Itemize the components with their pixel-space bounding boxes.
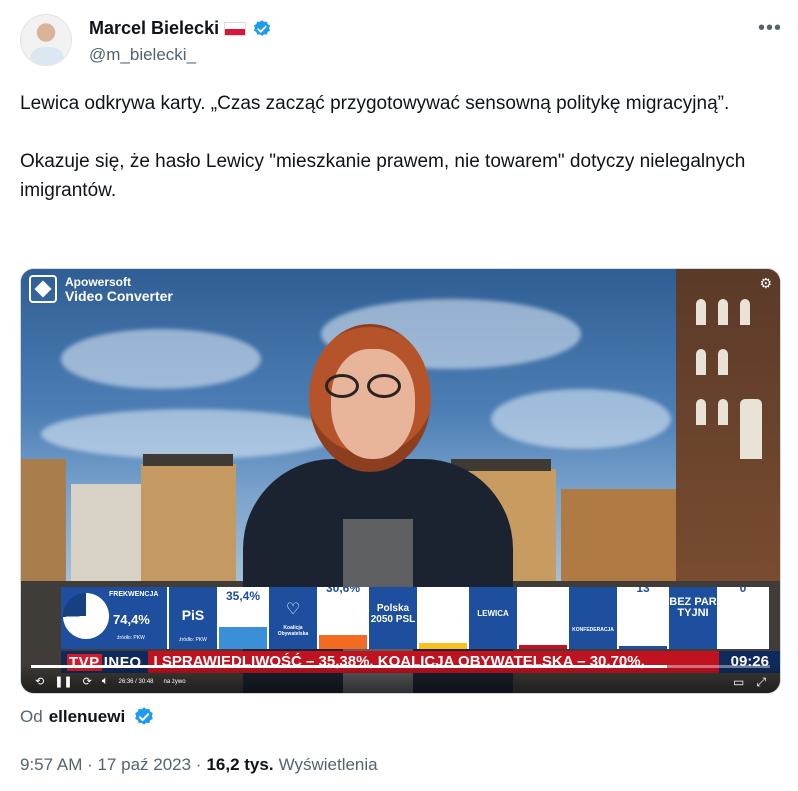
turnout-panel: FREKWENCJA 74,4% źródło: PKW [61,587,169,649]
forward-icon[interactable]: ⟳ [83,675,92,688]
tweet-meta: 9:57 AM · 17 paź 2023 · 16,2 tys. Wyświe… [20,755,378,775]
heart-icon: ♡ [285,601,301,618]
bar-bezpartyjni: 0 [719,587,769,649]
video-player[interactable]: Apowersoft Video Converter ⚙ FREKWENCJA … [20,268,781,694]
election-results-graphic: FREKWENCJA 74,4% źródło: PKW PiS źródło:… [61,587,780,649]
author-name[interactable]: Marcel Bielecki [89,18,219,39]
watermark: Apowersoft Video Converter [29,275,173,303]
tweet-header: Marcel Bielecki @m_bielecki_ ••• [20,14,790,70]
volume-icon[interactable]: 🔈︎ [102,675,109,688]
verified-badge-icon[interactable] [133,706,155,728]
rewind-icon[interactable]: ⟲ [35,675,44,688]
turnout-pie [63,593,109,639]
fullscreen-icon[interactable]: ⤢ [756,675,766,690]
bar-psl [419,587,469,649]
gear-icon[interactable]: ⚙ [759,275,772,292]
author-handle[interactable]: @m_bielecki_ [89,45,196,65]
party-pis: PiS źródło: PKW [169,587,219,649]
logo-lewica: LEWICA [469,587,519,649]
pause-icon[interactable]: ❚❚ [54,675,72,688]
author-name-row: Marcel Bielecki [89,18,272,39]
logo-psl: Polska 2050 PSL [369,587,419,649]
video-converter-logo-icon [29,275,57,303]
views-label[interactable]: Wyświetlenia [279,755,378,775]
avatar[interactable] [20,14,72,66]
logo-bezpartyjni: BEZ PAR TYJNI [669,587,719,649]
verified-badge-icon[interactable] [252,19,272,39]
bar-konfederacja: 13 [619,587,669,649]
progress-bar[interactable] [31,665,770,668]
live-indicator: na żywo [163,678,186,685]
tweet-text: Lewica odkrywa karty. „Czas zacząć przyg… [20,89,780,205]
attribution: Od ellenuewi [20,706,155,728]
captions-icon[interactable]: ▭ [733,675,744,690]
bar-ko: 30,6% [319,587,369,649]
player-controls: ⟲ ❚❚ ⟳ 🔈︎ 26:36 / 30:48 na żywo ▭ ⤢ [21,663,780,693]
poland-flag-icon [224,21,247,36]
views-count: 16,2 tys. [206,755,274,774]
timestamp[interactable]: 9:57 AM · 17 paź 2023 · [20,755,201,775]
logo-konfederacja: KONFEDERACJA [569,587,619,649]
attribution-user[interactable]: ellenuewi [49,707,126,727]
tweet-paragraph-1: Lewica odkrywa karty. „Czas zacząć przyg… [20,93,730,114]
bar-lewica [519,587,569,649]
playback-time: 26:36 / 30:48 [118,678,154,685]
more-options-icon[interactable]: ••• [758,17,782,40]
logo-ko: ♡ Koalicja Obywatelska [269,587,319,649]
tweet-paragraph-2: Okazuje się, że hasło Lewicy "mieszkanie… [20,151,746,201]
bar-pis: 35,4% [219,587,269,649]
tower [676,269,780,589]
